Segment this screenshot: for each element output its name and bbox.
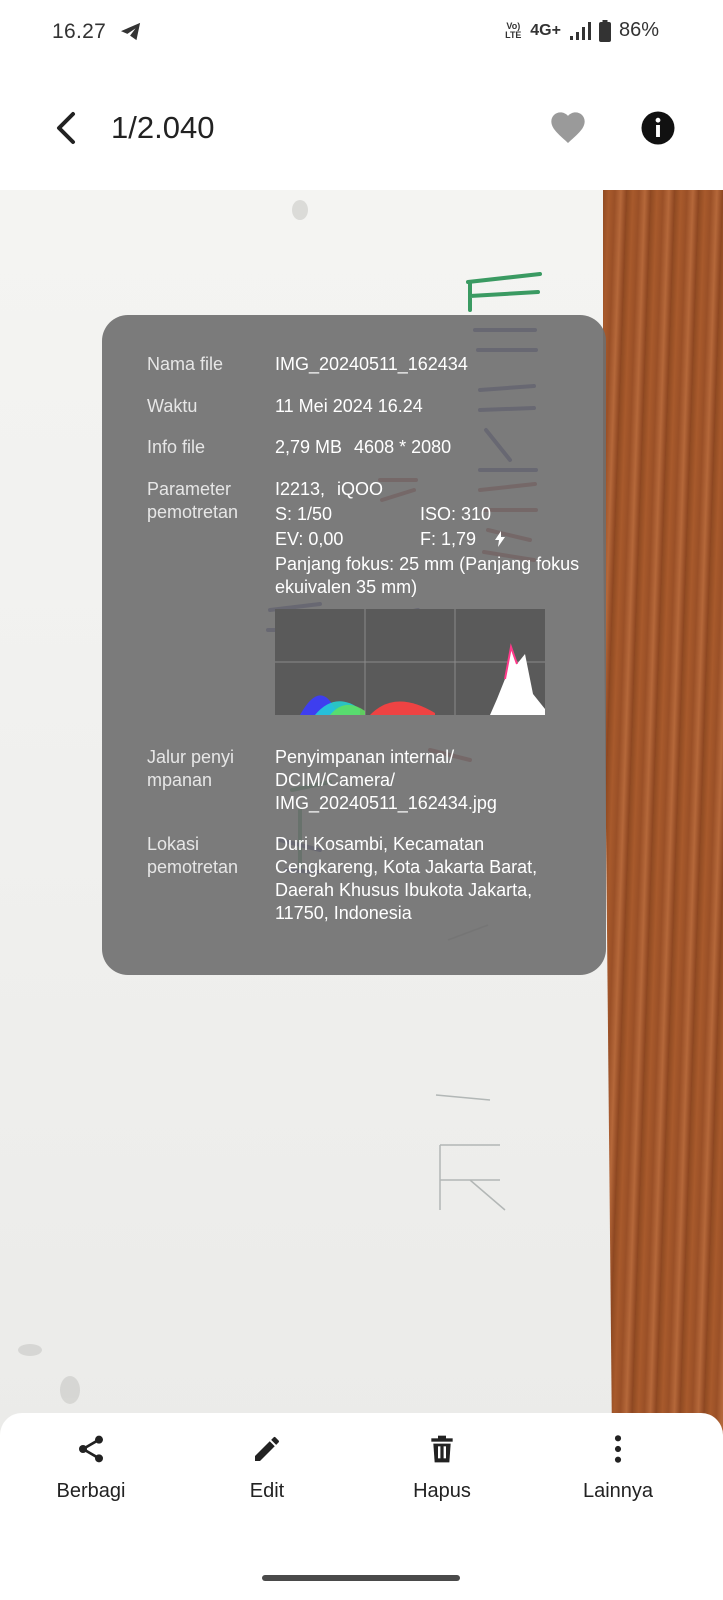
detail-time: Waktu 11 Mei 2024 16.24 <box>147 395 586 418</box>
bottom-toolbar: Berbagi Edit Hapus Lainnya <box>0 1413 723 1600</box>
status-indicators: Vo) LTE 4G+ 86% <box>504 19 659 42</box>
focal-length: Panjang fokus: 25 mm (Panjang fokus ekui… <box>275 554 580 597</box>
camera-model: I2213, <box>275 479 326 499</box>
file-name-value: IMG_20240511_162434 <box>275 354 468 374</box>
ev-value: EV: 0,00 <box>275 529 344 549</box>
status-bar: 16.27 Vo) LTE 4G+ 86% <box>0 0 723 66</box>
status-time: 16.27 <box>52 20 107 43</box>
delete-label: Hapus <box>413 1480 471 1502</box>
heart-icon[interactable] <box>548 108 588 148</box>
histogram <box>275 609 545 715</box>
home-indicator[interactable] <box>262 1575 460 1581</box>
time-value: 11 Mei 2024 16.24 <box>275 396 423 416</box>
more-label: Lainnya <box>582 1480 654 1502</box>
info-icon[interactable] <box>640 110 676 146</box>
file-info-label: Info file <box>147 437 206 457</box>
shutter-speed: S: 1/50 <box>275 504 333 524</box>
location-value: Duri Kosambi, Kecamatan Cengkareng, Kota… <box>275 834 538 923</box>
telegram-icon <box>121 22 141 41</box>
edit-button[interactable]: Edit <box>197 1433 337 1503</box>
battery-icon <box>598 19 611 42</box>
shooting-params-label: Parameter pemotretan <box>147 479 239 522</box>
file-details-panel: Nama file IMG_20240511_162434 Waktu 11 M… <box>102 315 606 975</box>
delete-button[interactable]: Hapus <box>372 1433 512 1503</box>
trash-icon <box>431 1435 453 1463</box>
camera-brand: iQOO <box>337 479 384 499</box>
share-button[interactable]: Berbagi <box>21 1433 161 1503</box>
flash-icon <box>495 531 506 547</box>
time-label: Waktu <box>147 396 198 416</box>
iso-value: ISO: 310 <box>420 504 492 524</box>
battery-percentage: 86% <box>618 19 659 41</box>
file-resolution: 4608 * 2080 <box>354 437 452 457</box>
location-label: Lokasi pemotretan <box>147 834 239 877</box>
page-title: 1/2.040 <box>111 110 215 145</box>
more-vertical-icon <box>614 1435 622 1463</box>
storage-path-line1: Penyimpanan internal/ <box>275 747 455 767</box>
detail-file-name: Nama file IMG_20240511_162434 <box>147 353 586 376</box>
share-label: Berbagi <box>56 1480 126 1502</box>
storage-path-value: Penyimpanan internal/ DCIM/Camera/ IMG_2… <box>275 746 586 815</box>
shooting-params-value: I2213, iQOO S: 1/50 ISO: 310 EV: 0,00 F: … <box>275 478 586 715</box>
aperture-value: F: 1,79 <box>420 529 477 549</box>
back-icon[interactable] <box>50 108 82 148</box>
file-size: 2,79 MB <box>275 437 343 457</box>
detail-file-info: Info file 2,79 MB 4608 * 2080 <box>147 436 586 459</box>
share-icon <box>79 1435 103 1463</box>
file-info-value: 2,79 MB 4608 * 2080 <box>275 436 586 459</box>
network-type: 4G+ <box>530 21 561 39</box>
detail-location: Lokasi pemotretan Duri Kosambi, Kecamata… <box>147 833 586 925</box>
more-button[interactable]: Lainnya <box>548 1433 688 1503</box>
storage-path-line2: DCIM/Camera/ <box>275 770 396 790</box>
edit-label: Edit <box>249 1480 285 1502</box>
volte-indicator: Vo) LTE <box>505 20 522 40</box>
storage-path-label: Jalur penyi mpanan <box>147 747 235 790</box>
signal-icon <box>569 21 591 40</box>
storage-path-line3: IMG_20240511_162434.jpg <box>275 793 497 813</box>
detail-storage-path: Jalur penyi mpanan Penyimpanan internal/… <box>147 746 586 815</box>
pencil-icon <box>255 1436 279 1461</box>
top-app-bar: 1/2.040 <box>0 66 723 190</box>
detail-shooting-params: Parameter pemotretan I2213, iQOO S: 1/50 … <box>147 478 586 715</box>
file-name-label: Nama file <box>147 354 224 374</box>
